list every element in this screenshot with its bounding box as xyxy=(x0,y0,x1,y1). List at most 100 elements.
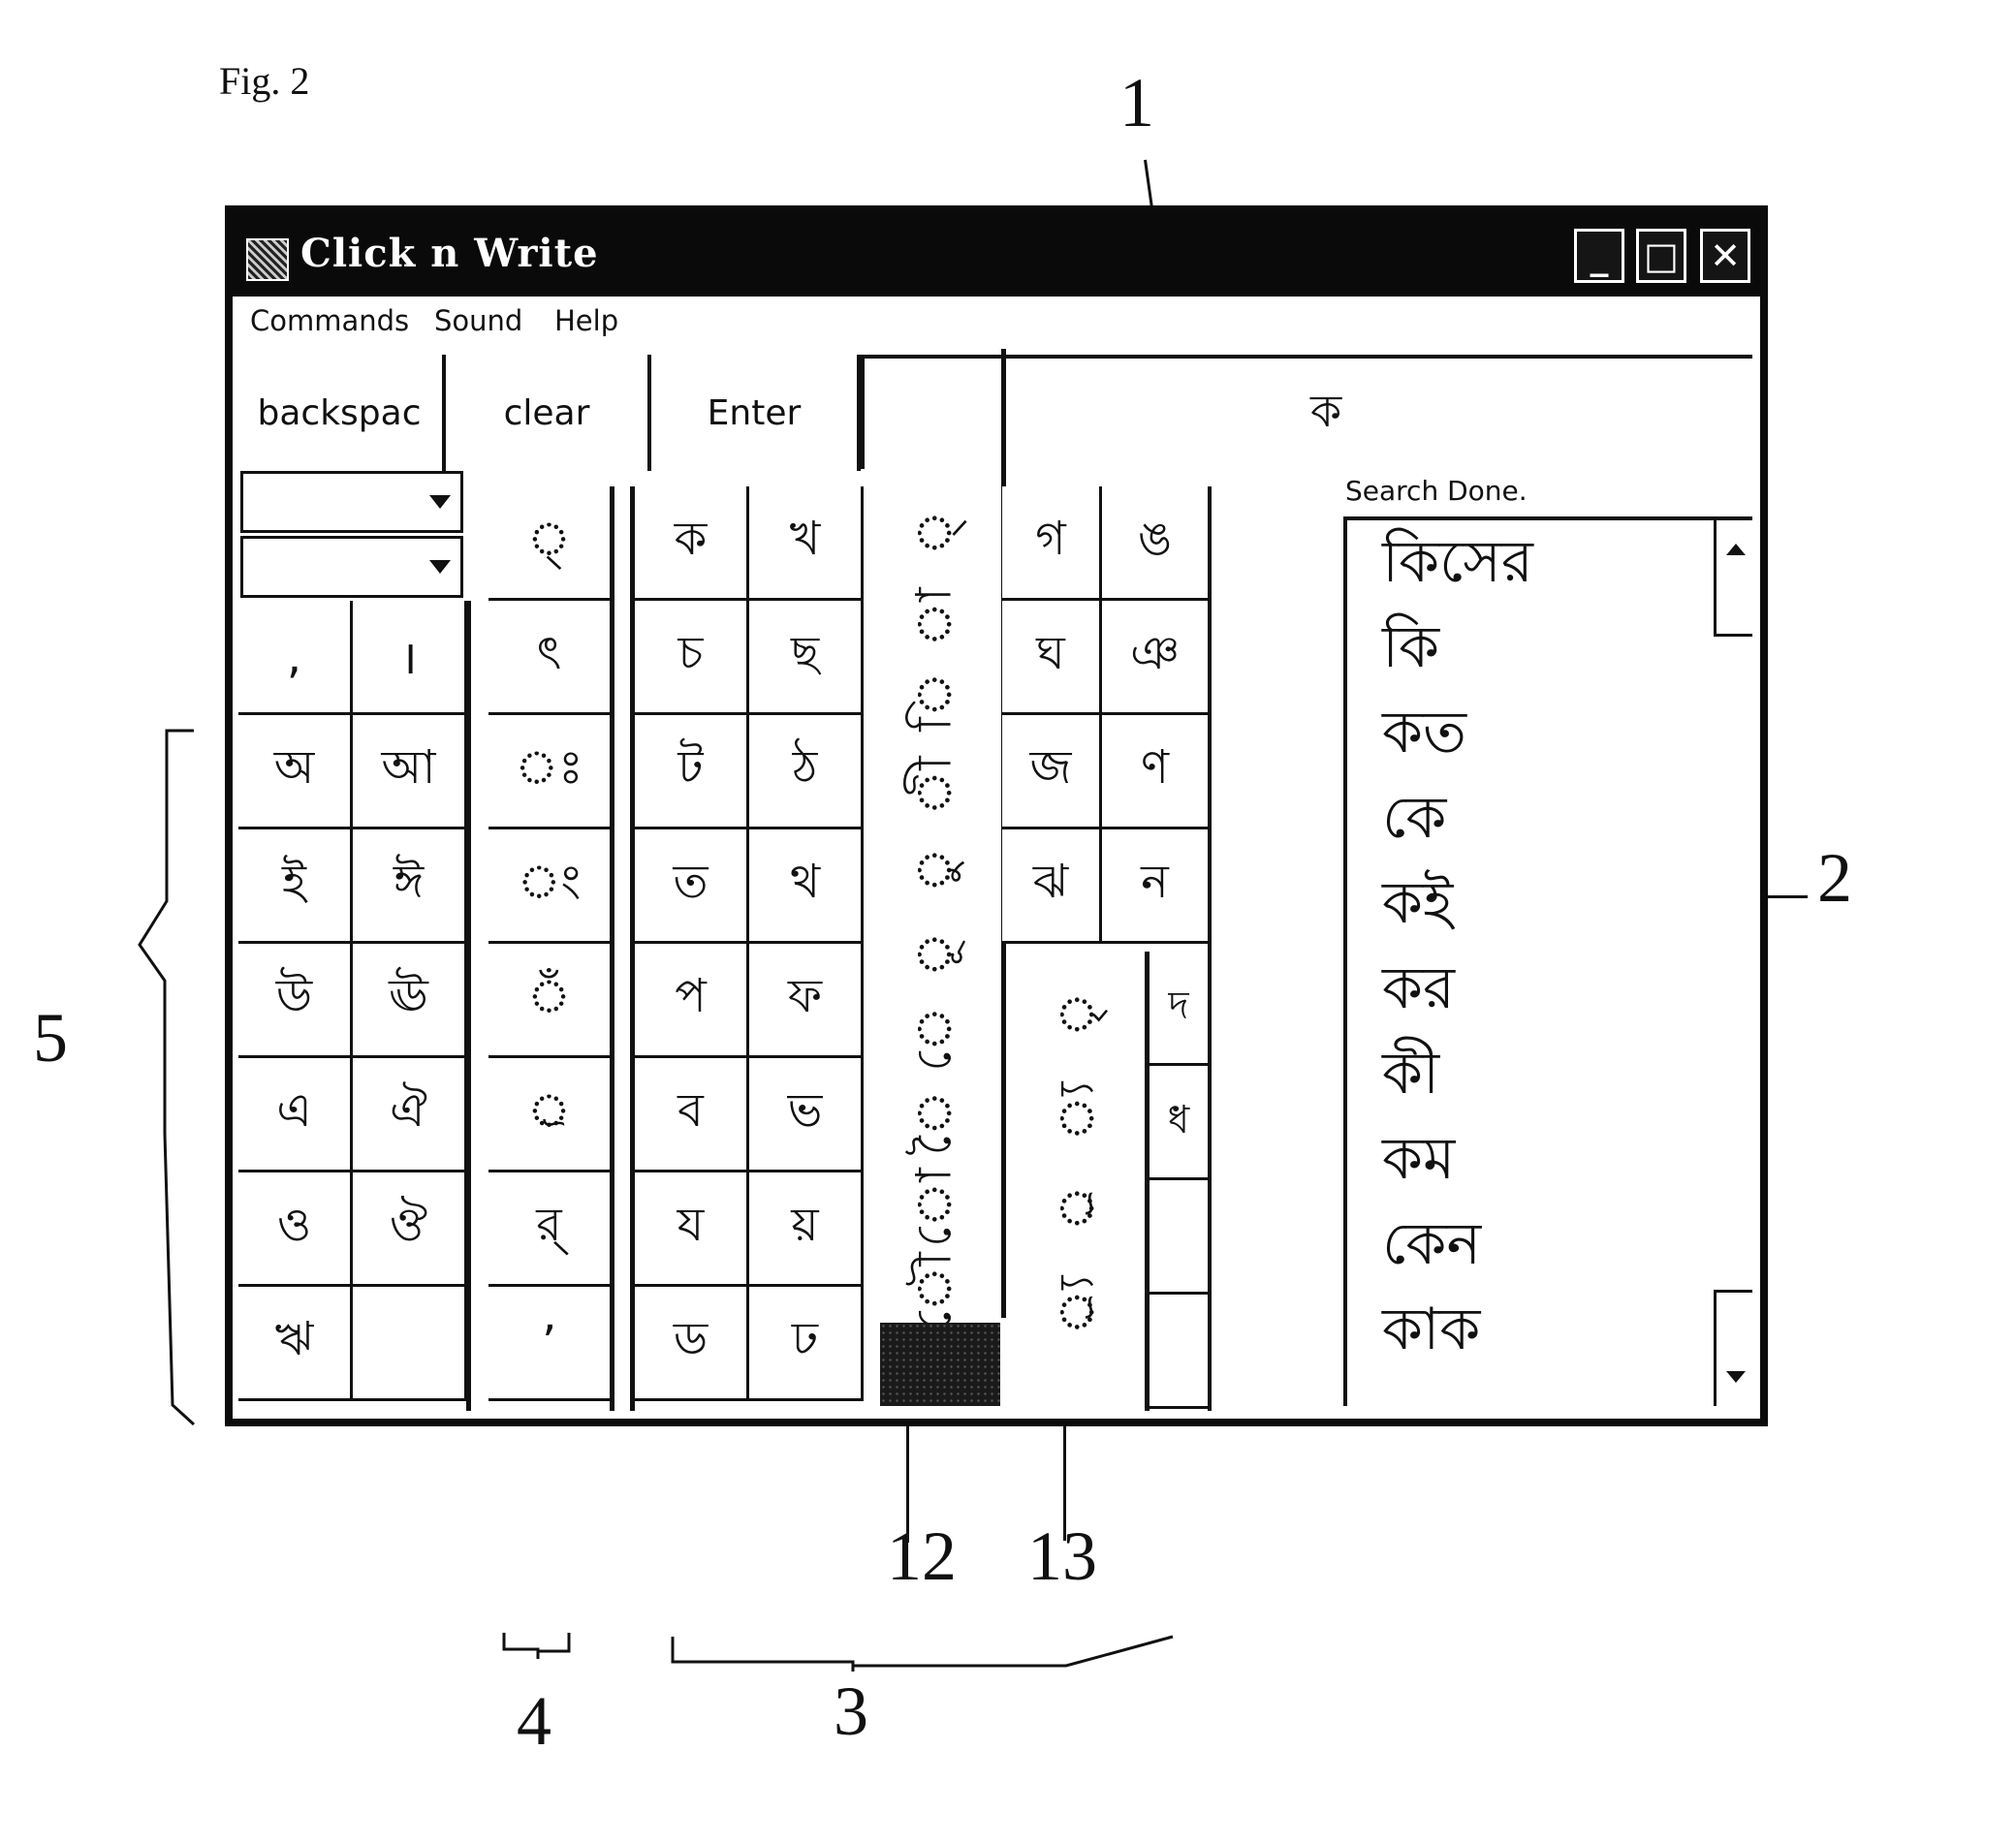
vowels-brace xyxy=(138,729,196,1426)
key-vowel[interactable]: ও xyxy=(238,1172,353,1287)
key-consonant[interactable]: ঘ xyxy=(1002,601,1102,715)
result-item[interactable]: কত xyxy=(1382,699,1466,766)
callout-2: 2 xyxy=(1817,839,1852,917)
key-sign[interactable]: ৎ xyxy=(488,601,610,715)
display-text: ক xyxy=(1310,385,1342,437)
key-consonant[interactable]: জ xyxy=(1002,715,1102,829)
close-icon: ✕ xyxy=(1710,234,1741,277)
window-title: Click n Write xyxy=(300,231,599,276)
key-sign[interactable]: ◌ঁ xyxy=(488,944,610,1058)
key-vowel[interactable]: ই xyxy=(238,829,353,944)
app-icon xyxy=(246,238,289,281)
key-consonant[interactable] xyxy=(1150,1180,1208,1295)
key-consonant[interactable]: ধ xyxy=(1150,1066,1208,1180)
key-punct-dari[interactable]: । xyxy=(353,601,467,715)
key-vowel[interactable]: অ xyxy=(238,715,353,829)
consonant-panel-right: গঙঘঞজণঝন xyxy=(1002,486,1212,952)
minimize-icon: _ xyxy=(1590,234,1609,277)
key-consonant[interactable]: ছ xyxy=(749,601,864,715)
scroll-up-icon xyxy=(1726,544,1746,555)
menu-help[interactable]: Help xyxy=(554,304,618,337)
key-vowel[interactable] xyxy=(353,1287,467,1401)
key-consonant[interactable]: ক xyxy=(635,486,749,601)
key-consonant[interactable]: ব xyxy=(635,1058,749,1172)
result-item[interactable]: কই xyxy=(1382,869,1453,937)
key-consonant[interactable]: য xyxy=(635,1172,749,1287)
key-vowel[interactable]: এ xyxy=(238,1058,353,1172)
maximize-icon: □ xyxy=(1644,234,1679,277)
consonants-brace xyxy=(671,1635,1174,1672)
result-item[interactable]: কিসের xyxy=(1382,528,1533,596)
dropdown-1[interactable] xyxy=(240,471,463,533)
key-consonant[interactable]: ড xyxy=(635,1287,749,1401)
search-status: Search Done. xyxy=(1345,475,1528,507)
key-consonant[interactable]: ঠ xyxy=(749,715,864,829)
key-consonant[interactable]: গ xyxy=(1002,486,1102,601)
key-consonant[interactable]: ঝ xyxy=(1002,829,1102,944)
key-vowel[interactable]: ঔ xyxy=(353,1172,467,1287)
close-button[interactable]: ✕ xyxy=(1700,229,1750,283)
key-punct-comma[interactable]: , xyxy=(238,601,353,715)
result-item[interactable]: কাক xyxy=(1382,1296,1480,1363)
key-vowel[interactable]: ঊ xyxy=(353,944,467,1058)
result-item[interactable]: কম xyxy=(1382,1125,1455,1193)
result-item[interactable]: কি xyxy=(1382,613,1439,681)
menu-commands[interactable]: Commands xyxy=(250,304,409,337)
menu-bar: Commands Sound Help xyxy=(233,298,1760,345)
backspace-button[interactable]: backspac xyxy=(236,355,446,471)
key-conjunct-sign[interactable]: ◌্র্য xyxy=(1033,1237,1120,1374)
key-sign[interactable]: র্ xyxy=(488,1172,610,1287)
key-consonant[interactable]: চ xyxy=(635,601,749,715)
scroll-up-button[interactable] xyxy=(1714,520,1752,637)
suggestion-list[interactable]: কিসের কি কত কে কই কর কী কম কেন কাক xyxy=(1343,516,1752,1406)
key-sign[interactable]: ◌্ xyxy=(488,486,610,601)
key-consonant[interactable]: দ xyxy=(1150,952,1208,1066)
callout-4: 4 xyxy=(517,1682,551,1760)
result-item[interactable]: কী xyxy=(1382,1040,1439,1108)
key-consonant[interactable]: য় xyxy=(749,1172,864,1287)
clear-button[interactable]: clear xyxy=(446,355,651,471)
scroll-down-icon xyxy=(1726,1371,1746,1383)
menu-sound[interactable]: Sound xyxy=(434,304,522,337)
key-sign[interactable]: ʼ xyxy=(488,1287,610,1401)
key-consonant[interactable]: ন xyxy=(1102,829,1208,944)
key-consonant[interactable]: ঞ xyxy=(1102,601,1208,715)
key-consonant[interactable]: ভ xyxy=(749,1058,864,1172)
result-item[interactable]: কে xyxy=(1382,784,1446,852)
key-consonant[interactable]: ণ xyxy=(1102,715,1208,829)
app-window: Click n Write _ □ ✕ Commands Sound Help … xyxy=(225,205,1768,1426)
scroll-down-button[interactable] xyxy=(1714,1290,1752,1406)
title-bar[interactable]: Click n Write _ □ ✕ xyxy=(233,213,1760,297)
result-item[interactable]: কেন xyxy=(1382,1210,1481,1278)
chevron-down-icon xyxy=(429,560,451,574)
minimize-button[interactable]: _ xyxy=(1574,229,1624,283)
key-vowel[interactable]: ঋ xyxy=(238,1287,353,1401)
key-consonant[interactable]: ঙ xyxy=(1102,486,1208,601)
callout-5: 5 xyxy=(33,999,68,1077)
key-consonant[interactable]: ট xyxy=(635,715,749,829)
enter-button[interactable]: Enter xyxy=(651,355,861,471)
key-consonant[interactable] xyxy=(1150,1295,1208,1409)
key-sign[interactable]: ্র xyxy=(488,1058,610,1172)
key-vowel[interactable]: ঐ xyxy=(353,1058,467,1172)
consonant-panel: ক খ চ ছ ট ঠ ত থ প ফ ব ভ য য় ড ঢ xyxy=(630,486,868,1411)
maximize-button[interactable]: □ xyxy=(1636,229,1686,283)
key-sign[interactable]: ◌ঃ xyxy=(488,715,610,829)
key-sign[interactable]: ◌ং xyxy=(488,829,610,944)
figure-label: Fig. 2 xyxy=(219,59,310,103)
key-vowel[interactable]: উ xyxy=(238,944,353,1058)
dropdown-2[interactable] xyxy=(240,536,463,598)
result-item[interactable]: কর xyxy=(1382,954,1455,1022)
key-consonant[interactable]: ঢ xyxy=(749,1287,864,1401)
vowel-panel: , । অআইঈউঊএঐওঔঋ xyxy=(238,601,471,1411)
signs-panel: ◌্ ৎ ◌ঃ ◌ং ◌ঁ্র র্ ʼ xyxy=(488,486,614,1411)
key-consonant[interactable]: খ xyxy=(749,486,864,601)
key-consonant[interactable]: প xyxy=(635,944,749,1058)
chevron-down-icon xyxy=(429,495,451,509)
key-consonant[interactable]: ত xyxy=(635,829,749,944)
key-consonant[interactable]: থ xyxy=(749,829,864,944)
key-consonant[interactable]: ফ xyxy=(749,944,864,1058)
key-vowel[interactable]: আ xyxy=(353,715,467,829)
key-vowel[interactable]: ঈ xyxy=(353,829,467,944)
space-key[interactable] xyxy=(880,1323,1000,1406)
